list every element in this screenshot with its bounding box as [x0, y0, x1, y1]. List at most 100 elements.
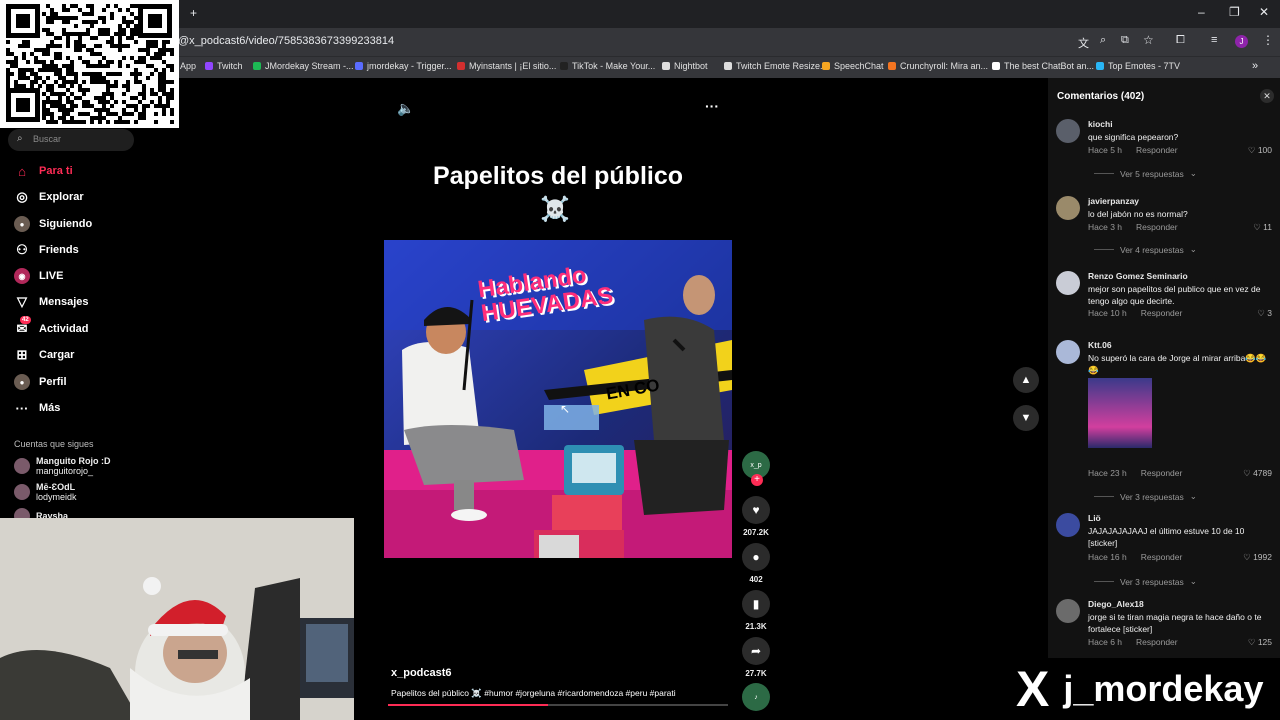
- comment-like-count: 4789: [1253, 468, 1272, 478]
- bookmark-item[interactable]: JMordekay Stream -...: [253, 61, 354, 71]
- new-tab-button[interactable]: +: [190, 6, 197, 20]
- video-progress-bar[interactable]: [388, 704, 728, 706]
- comment-meta: Hace 3 h Responder: [1088, 222, 1178, 232]
- video-author[interactable]: x_podcast6: [391, 667, 452, 679]
- comment-like-button[interactable]: ♡ 125: [1248, 637, 1272, 648]
- view-replies-link[interactable]: Ver 4 respuestas ⌄: [1094, 244, 1197, 255]
- view-replies-link[interactable]: Ver 3 respuestas ⌄: [1094, 576, 1197, 587]
- minimize-icon[interactable]: –: [1198, 5, 1205, 19]
- install-icon[interactable]: ⧉: [1121, 34, 1129, 47]
- comment-like-button[interactable]: ♡ 1992: [1243, 552, 1272, 563]
- commenter-name[interactable]: Ktt.06: [1088, 340, 1112, 350]
- zoom-icon[interactable]: ⌕: [1100, 34, 1106, 47]
- commenter-name[interactable]: Liö: [1088, 513, 1101, 523]
- bookmark-item[interactable]: Nightbot: [662, 61, 708, 71]
- bookmark-item[interactable]: Twitch: [205, 61, 243, 71]
- more-options-icon[interactable]: ···: [705, 98, 719, 114]
- close-window-icon[interactable]: ✕: [1259, 5, 1269, 19]
- url-text[interactable]: @x_podcast6/video/7585383673399233814: [178, 35, 394, 47]
- video-player[interactable]: Hablando HUEVADAS EN CO ↖: [384, 240, 732, 558]
- reply-link[interactable]: Responder: [1136, 637, 1178, 647]
- following-account[interactable]: Manguito Rojo :D manguitorojo_: [14, 456, 110, 476]
- nav-item-cargar[interactable]: ⊞ Cargar: [14, 347, 75, 363]
- comment-time: Hace 16 h: [1088, 552, 1127, 562]
- nav-item-live[interactable]: ◉ LIVE: [14, 268, 63, 284]
- view-replies-link[interactable]: Ver 3 respuestas ⌄: [1094, 491, 1197, 502]
- address-bar[interactable]: @x_podcast6/video/7585383673399233814 文 …: [0, 28, 1280, 56]
- bookmark-label: App: [180, 61, 197, 71]
- bookmark-favicon-icon: [457, 62, 465, 70]
- comment-meta: Hace 10 h Responder: [1088, 308, 1182, 318]
- commenter-avatar[interactable]: [1056, 271, 1080, 295]
- star-icon[interactable]: ☆: [1143, 33, 1154, 47]
- previous-video-button[interactable]: ▲: [1013, 367, 1039, 393]
- nav-item-para-ti[interactable]: ⌂ Para ti: [14, 163, 73, 179]
- commenter-name[interactable]: Renzo Gomez Seminario: [1088, 271, 1188, 281]
- commenter-avatar[interactable]: [1056, 119, 1080, 143]
- comment-sticker-image[interactable]: [1088, 378, 1152, 448]
- reply-link[interactable]: Responder: [1136, 145, 1178, 155]
- comment-like-count: 100: [1257, 145, 1272, 155]
- nav-label: LIVE: [39, 270, 64, 282]
- bookmark-favicon-icon: [724, 62, 732, 70]
- reply-link[interactable]: Responder: [1136, 222, 1178, 232]
- nav-item-perfil[interactable]: ● Perfil: [14, 374, 67, 390]
- menu-dots-icon[interactable]: ⋮: [1262, 33, 1274, 47]
- more-bookmarks-icon[interactable]: »: [1252, 60, 1258, 72]
- comment-like-button[interactable]: ♡ 3: [1257, 308, 1272, 319]
- bookmark-item[interactable]: Top Emotes - 7TV: [1096, 61, 1180, 71]
- media-icon[interactable]: ≡: [1211, 34, 1217, 46]
- bookmark-item[interactable]: jmordekay - Trigger...: [355, 61, 452, 71]
- profile-avatar[interactable]: J: [1235, 35, 1248, 48]
- comment-button[interactable]: ● 402: [741, 543, 771, 584]
- reply-link[interactable]: Responder: [1141, 308, 1183, 318]
- nav-item-mensajes[interactable]: ▽ Mensajes: [14, 294, 89, 310]
- nav-label: Perfil: [39, 376, 67, 388]
- restore-icon[interactable]: ❐: [1229, 5, 1240, 19]
- view-replies-link[interactable]: Ver 5 respuestas ⌄: [1094, 168, 1197, 179]
- extensions-icon[interactable]: ⧠: [1176, 34, 1185, 47]
- commenter-avatar[interactable]: [1056, 196, 1080, 220]
- close-comments-icon[interactable]: ✕: [1260, 89, 1274, 103]
- comment-like-count: 1992: [1253, 552, 1272, 562]
- volume-icon[interactable]: 🔈: [397, 100, 414, 117]
- commenter-name[interactable]: javierpanzay: [1088, 196, 1139, 206]
- comment-like-button[interactable]: ♡ 11: [1253, 222, 1272, 233]
- reply-link[interactable]: Responder: [1141, 468, 1183, 478]
- commenter-avatar[interactable]: [1056, 513, 1080, 537]
- nav-item-siguiendo[interactable]: ● Siguiendo: [14, 216, 92, 232]
- bookmark-item[interactable]: Myinstants | ¡El sitio...: [457, 61, 556, 71]
- heart-outline-icon: ♡: [1243, 468, 1254, 478]
- next-video-button[interactable]: ▼: [1013, 405, 1039, 431]
- reply-link[interactable]: Responder: [1141, 552, 1183, 562]
- streamer-brand: X j_mordekay: [1010, 658, 1280, 720]
- search-input[interactable]: ⌕ Buscar: [8, 129, 134, 151]
- nav-item-m-s[interactable]: ··· Más: [14, 400, 61, 416]
- creator-avatar-button[interactable]: x_p +: [741, 451, 771, 486]
- bookmark-item[interactable]: TikTok - Make Your...: [560, 61, 655, 71]
- following-account[interactable]: Mē-ƐOdL lodymeidk: [14, 482, 77, 502]
- bookmark-item[interactable]: Twitch Emote Resize...: [724, 61, 828, 71]
- follow-plus-icon[interactable]: +: [751, 474, 763, 486]
- bookmark-item[interactable]: The best ChatBot an...: [992, 61, 1094, 71]
- commenter-avatar[interactable]: [1056, 340, 1080, 364]
- like-button[interactable]: ♥ 207.2K: [741, 496, 771, 537]
- bookmark-icon: ▮: [742, 590, 770, 618]
- comment-like-button[interactable]: ♡ 4789: [1243, 468, 1272, 479]
- commenter-name[interactable]: kiochi: [1088, 119, 1113, 129]
- share-button[interactable]: ➦ 27.7K: [741, 637, 771, 678]
- save-button[interactable]: ▮ 21.3K: [741, 590, 771, 631]
- comment-like-button[interactable]: ♡ 100: [1248, 145, 1272, 156]
- nav-label: Friends: [39, 244, 79, 256]
- bookmark-item[interactable]: SpeechChat: [822, 61, 884, 71]
- nav-item-explorar[interactable]: ◎ Explorar: [14, 189, 83, 205]
- comment-meta: Hace 23 h Responder: [1088, 468, 1182, 478]
- translate-icon[interactable]: 文: [1078, 35, 1089, 51]
- sound-disc-button[interactable]: ♪: [741, 683, 771, 711]
- nav-item-actividad[interactable]: ✉ Actividad 42: [14, 316, 89, 337]
- commenter-avatar[interactable]: [1056, 599, 1080, 623]
- commenter-name[interactable]: Diego_Alex18: [1088, 599, 1144, 609]
- bookmark-item[interactable]: Crunchyroll: Mira an...: [888, 61, 988, 71]
- nav-item-friends[interactable]: ⚇ Friends: [14, 242, 79, 258]
- following-handle: lodymeidk: [36, 492, 77, 502]
